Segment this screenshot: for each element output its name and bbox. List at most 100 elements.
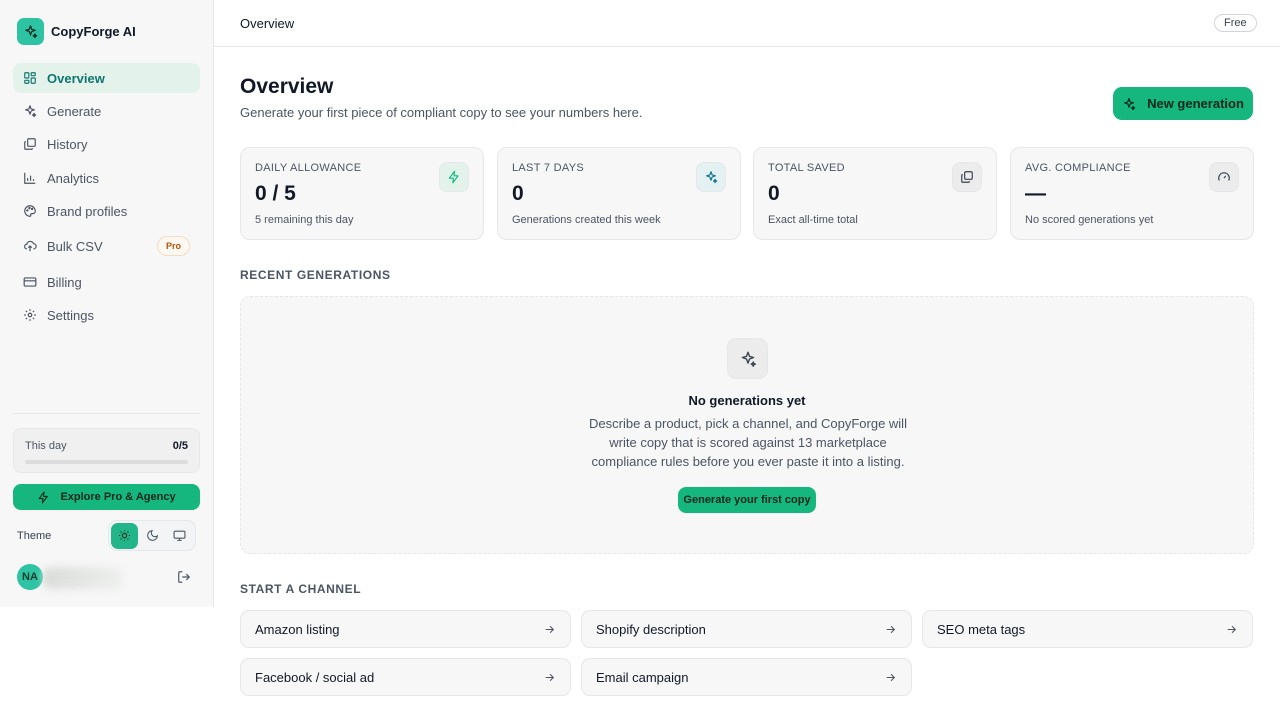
stat-note: Generations created this week (512, 214, 661, 226)
theme-light-button[interactable] (111, 522, 138, 549)
stat-value: — (1025, 182, 1046, 205)
new-generation-label: New generation (1147, 96, 1244, 111)
empty-state: No generations yet Describe a product, p… (240, 296, 1254, 554)
stat-card-avg-compliance: AVG. COMPLIANCE — No scored generations … (1010, 147, 1254, 240)
usage-value: 0/5 (172, 440, 188, 452)
gauge-icon (1209, 162, 1239, 192)
credit-card-icon (23, 275, 37, 289)
channel-shopify-description[interactable]: Shopify description (581, 610, 912, 648)
moon-icon (146, 529, 159, 542)
avatar[interactable]: NA (17, 564, 43, 590)
sidebar-item-history[interactable]: History (13, 129, 200, 159)
explore-pro-button[interactable]: Explore Pro & Agency (13, 484, 200, 510)
sidebar-item-label: Billing (47, 274, 82, 290)
breadcrumb: Overview (240, 16, 295, 31)
channel-email-campaign[interactable]: Email campaign (581, 658, 912, 696)
palette-icon (23, 204, 37, 218)
theme-dark-button[interactable] (139, 523, 166, 549)
brand[interactable]: CopyForge AI (17, 18, 136, 45)
theme-system-button[interactable] (166, 523, 193, 549)
stat-card-daily-allowance: DAILY ALLOWANCE 0 / 5 5 remaining this d… (240, 147, 484, 240)
sparkles-icon (1122, 97, 1136, 111)
arrow-right-icon (884, 671, 897, 684)
brand-name: CopyForge AI (51, 24, 136, 39)
sparkles-icon (727, 338, 768, 379)
bolt-icon (37, 491, 50, 504)
user-profile: NA (17, 564, 197, 592)
layers-icon (23, 137, 37, 151)
usage-progress-bar (25, 460, 188, 464)
sparkles-icon (696, 162, 726, 192)
grid-icon (23, 71, 37, 85)
empty-state-text: Describe a product, pick a channel, and … (589, 416, 907, 469)
bolt-icon (439, 162, 469, 192)
arrow-right-icon (543, 623, 556, 636)
bar-chart-icon (23, 171, 37, 185)
channel-label: Facebook / social ad (255, 670, 375, 685)
stat-label: DAILY ALLOWANCE (255, 162, 362, 174)
stat-card-last-7-days: LAST 7 DAYS 0 Generations created this w… (497, 147, 741, 240)
stat-card-total-saved: TOTAL SAVED 0 Exact all-time total (753, 147, 997, 240)
stat-value: 0 (512, 182, 524, 205)
sidebar-item-label: Brand profiles (47, 203, 128, 219)
section-title-recent: RECENT GENERATIONS (240, 268, 391, 282)
arrow-right-icon (1225, 623, 1238, 636)
theme-switcher (108, 520, 196, 551)
channel-facebook-social-ad[interactable]: Facebook / social ad (240, 658, 571, 696)
stat-value: 0 / 5 (255, 182, 296, 205)
generate-first-copy-button[interactable]: Generate your first copy (678, 487, 816, 513)
sidebar-item-settings[interactable]: Settings (13, 300, 200, 330)
channel-label: Amazon listing (255, 622, 340, 637)
sparkles-icon (17, 18, 44, 45)
sidebar-item-brand-profiles[interactable]: Brand profiles (13, 196, 200, 226)
empty-state-title: No generations yet (688, 393, 806, 408)
sidebar-item-label: Analytics (47, 170, 100, 186)
logout-icon[interactable] (177, 570, 191, 584)
stat-value: 0 (768, 182, 780, 205)
sidebar-divider (13, 413, 200, 414)
channel-label: Email campaign (596, 670, 689, 685)
upload-cloud-icon (23, 239, 37, 253)
user-name-redacted (43, 567, 123, 589)
channel-amazon-listing[interactable]: Amazon listing (240, 610, 571, 648)
usage-meter: This day 0/5 (13, 428, 200, 473)
sidebar-item-overview[interactable]: Overview (13, 63, 200, 93)
sidebar-item-label: Settings (47, 307, 94, 323)
usage-label: This day (25, 440, 67, 452)
sidebar-item-generate[interactable]: Generate (13, 96, 200, 126)
section-title-channels: START A CHANNEL (240, 582, 362, 596)
plan-badge: Free (1214, 14, 1257, 32)
arrow-right-icon (884, 623, 897, 636)
stat-note: No scored generations yet (1025, 214, 1154, 226)
stat-label: LAST 7 DAYS (512, 162, 584, 174)
stat-note: 5 remaining this day (255, 214, 354, 226)
channel-label: SEO meta tags (937, 622, 1026, 637)
avatar-initials: NA (22, 571, 38, 583)
page-title: Overview (240, 75, 334, 98)
monitor-icon (173, 529, 186, 542)
pro-badge: Pro (156, 236, 190, 256)
top-bar: Overview Free (214, 0, 1280, 47)
theme-label: Theme (17, 530, 52, 542)
sparkles-icon (23, 104, 37, 118)
explore-pro-label: Explore Pro & Agency (60, 491, 176, 503)
sidebar: CopyForge AI Overview Generate History A… (0, 0, 214, 607)
new-generation-button[interactable]: New generation (1113, 87, 1253, 120)
stat-note: Exact all-time total (768, 214, 858, 226)
sidebar-item-label: Generate (47, 103, 102, 119)
sidebar-item-label: Overview (47, 70, 105, 86)
copy-icon (952, 162, 982, 192)
sidebar-item-label: Bulk CSV (47, 238, 103, 254)
sidebar-item-billing[interactable]: Billing (13, 267, 200, 297)
channel-label: Shopify description (596, 622, 706, 637)
arrow-right-icon (543, 671, 556, 684)
gear-icon (23, 308, 37, 322)
stat-label: TOTAL SAVED (768, 162, 845, 174)
channel-seo-meta-tags[interactable]: SEO meta tags (922, 610, 1253, 648)
sidebar-item-label: History (47, 136, 88, 152)
sidebar-item-analytics[interactable]: Analytics (13, 163, 200, 193)
stat-label: AVG. COMPLIANCE (1025, 162, 1131, 174)
page-subtitle: Generate your first piece of compliant c… (240, 105, 643, 120)
sidebar-item-bulk-csv[interactable]: Bulk CSV Pro (13, 231, 200, 261)
sun-icon (118, 529, 131, 542)
